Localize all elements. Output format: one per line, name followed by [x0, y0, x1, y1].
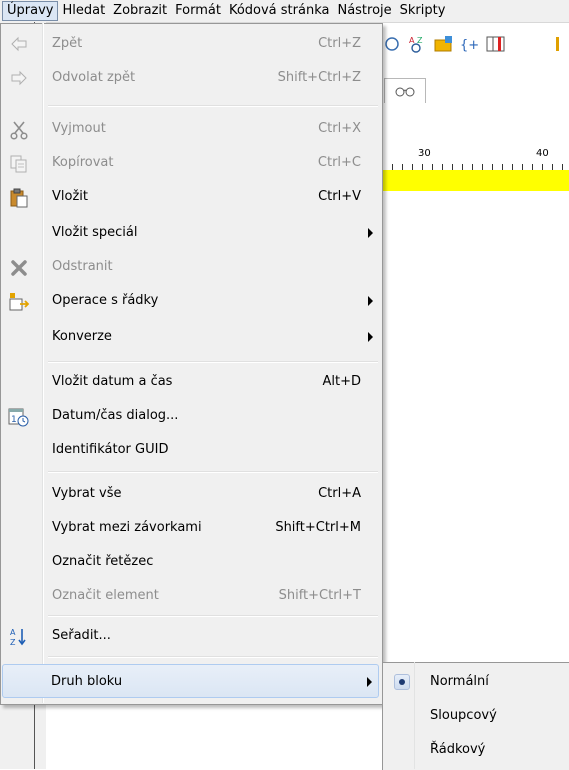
- menu-item-sort[interactable]: AZ Seřadit...: [2, 619, 379, 653]
- svg-text:{+}: {+}: [460, 38, 480, 53]
- line-operations-icon: [8, 291, 30, 313]
- menu-separator: [48, 471, 378, 473]
- menu-item-label: Vložit datum a čas: [52, 374, 173, 389]
- menu-item-copy[interactable]: Kopírovat Ctrl+C: [2, 146, 379, 180]
- menu-item-delete[interactable]: Odstranit: [2, 250, 379, 284]
- menu-item-cut[interactable]: Vyjmout Ctrl+X: [2, 112, 379, 146]
- menu-item-datetime-dialog[interactable]: 1 Datum/čas dialog...: [2, 399, 379, 433]
- menu-separator: [48, 615, 378, 617]
- delete-icon: [8, 257, 30, 279]
- submenu-item-label: Sloupcový: [430, 708, 497, 723]
- menu-item-label: Odvolat zpět: [52, 70, 136, 85]
- menu-item-guid[interactable]: Identifikátor GUID: [2, 433, 379, 467]
- menu-item-shortcut: Ctrl+Z: [318, 36, 361, 51]
- submenu-item-label: Normální: [430, 674, 489, 689]
- submenu-item-normal[interactable]: Normální: [384, 665, 569, 699]
- ruler-label-40: 40: [536, 148, 549, 159]
- menu-item-paste-special[interactable]: Vložit speciál: [2, 216, 379, 250]
- glasses-icon: [395, 87, 415, 97]
- menu-item-label: Kopírovat: [52, 155, 114, 170]
- menu-item-paste[interactable]: Vložit Ctrl+V: [2, 180, 379, 214]
- submenu-arrow-icon: [368, 296, 373, 306]
- menu-item-shortcut: Shift+Ctrl+Z: [277, 70, 361, 85]
- menu-item-label: Konverze: [52, 329, 112, 344]
- svg-text:A: A: [409, 36, 415, 45]
- menu-separator: [48, 656, 378, 658]
- menu-item-label: Označit řetězec: [52, 554, 154, 569]
- menu-hledat[interactable]: Hledat: [58, 1, 109, 21]
- view-tab[interactable]: [384, 78, 426, 103]
- redo-icon: [8, 68, 30, 90]
- copy-icon: [8, 153, 30, 175]
- svg-text:Z: Z: [10, 638, 16, 647]
- menu-item-insert-datetime[interactable]: Vložit datum a čas Alt+D: [2, 365, 379, 399]
- menu-separator: [48, 361, 378, 363]
- toolbar-overflow-icon[interactable]: [548, 34, 568, 54]
- menu-item-label: Datum/čas dialog...: [52, 408, 179, 423]
- paste-icon: [8, 187, 30, 209]
- menu-item-redo[interactable]: Odvolat zpět Shift+Ctrl+Z: [2, 61, 379, 95]
- menu-item-label: Vybrat vše: [52, 486, 122, 501]
- current-line-highlight: [380, 170, 569, 191]
- menu-item-label: Zpět: [52, 36, 83, 51]
- replace-icon[interactable]: AZ: [408, 34, 428, 54]
- columns-icon[interactable]: [486, 34, 506, 54]
- menu-item-shortcut: Ctrl+V: [318, 189, 361, 204]
- calendar-clock-icon: 1: [8, 406, 30, 428]
- menu-item-label: Vybrat mezi závorkami: [52, 520, 202, 535]
- scissors-icon: [8, 119, 30, 141]
- ruler-label-30: 30: [418, 148, 431, 159]
- menu-item-label: Vyjmout: [52, 121, 106, 136]
- menu-format[interactable]: Formát: [171, 1, 225, 21]
- svg-text:A: A: [10, 628, 16, 637]
- menu-item-label: Vložit speciál: [52, 225, 138, 240]
- menu-item-label: Vložit: [52, 189, 88, 204]
- menu-item-shortcut: Shift+Ctrl+M: [275, 520, 361, 535]
- menu-zobrazit[interactable]: Zobrazit: [109, 1, 171, 21]
- menu-item-label: Odstranit: [52, 259, 113, 274]
- submenu-arrow-icon: [367, 677, 372, 687]
- menu-item-label: Identifikátor GUID: [52, 442, 169, 457]
- menu-bar: Úpravy Hledat Zobrazit Formát Kódová str…: [0, 0, 569, 23]
- menu-item-mark-element[interactable]: Označit element Shift+Ctrl+T: [2, 579, 379, 613]
- menu-item-shortcut: Ctrl+C: [317, 155, 361, 170]
- menu-item-label: Operace s řádky: [52, 293, 159, 308]
- menu-item-label: Druh bloku: [51, 674, 123, 689]
- svg-text:1: 1: [11, 415, 17, 425]
- circle-icon[interactable]: [382, 34, 402, 54]
- menu-item-label: Seřadit...: [52, 628, 111, 643]
- sort-az-icon: AZ: [8, 626, 30, 648]
- menu-item-shortcut: Ctrl+X: [318, 121, 361, 136]
- menu-item-block-type[interactable]: Druh bloku: [2, 664, 379, 698]
- menu-item-conversion[interactable]: Konverze: [2, 320, 379, 354]
- submenu-item-label: Řádkový: [430, 742, 486, 757]
- menu-item-shortcut: Ctrl+A: [318, 486, 361, 501]
- menu-item-shortcut: Shift+Ctrl+T: [278, 588, 361, 603]
- undo-icon: [8, 34, 30, 56]
- menu-item-label: Označit element: [52, 588, 159, 603]
- submenu-item-column[interactable]: Sloupcový: [384, 699, 569, 733]
- folder-icon[interactable]: [434, 34, 454, 54]
- menu-item-select-all[interactable]: Vybrat vše Ctrl+A: [2, 477, 379, 511]
- menu-item-mark-string[interactable]: Označit řetězec: [2, 545, 379, 579]
- menu-item-select-between-brackets[interactable]: Vybrat mezi závorkami Shift+Ctrl+M: [2, 511, 379, 545]
- menu-skripty[interactable]: Skripty: [396, 1, 450, 21]
- menu-item-undo[interactable]: Zpět Ctrl+Z: [2, 27, 379, 61]
- menu-separator: [48, 105, 378, 107]
- menu-kodova-stranka[interactable]: Kódová stránka: [225, 1, 334, 21]
- radio-selected-icon: [394, 674, 410, 690]
- menu-item-shortcut: Alt+D: [322, 374, 361, 389]
- submenu-item-line[interactable]: Řádkový: [384, 733, 569, 767]
- submenu-arrow-icon: [368, 228, 373, 238]
- menu-upravy[interactable]: Úpravy: [2, 1, 59, 21]
- submenu-arrow-icon: [368, 332, 373, 342]
- braces-icon[interactable]: {+}: [460, 34, 480, 54]
- menu-nastroje[interactable]: Nástroje: [333, 1, 395, 21]
- svg-text:Z: Z: [417, 36, 423, 45]
- menu-item-line-operations[interactable]: Operace s řádky: [2, 284, 379, 318]
